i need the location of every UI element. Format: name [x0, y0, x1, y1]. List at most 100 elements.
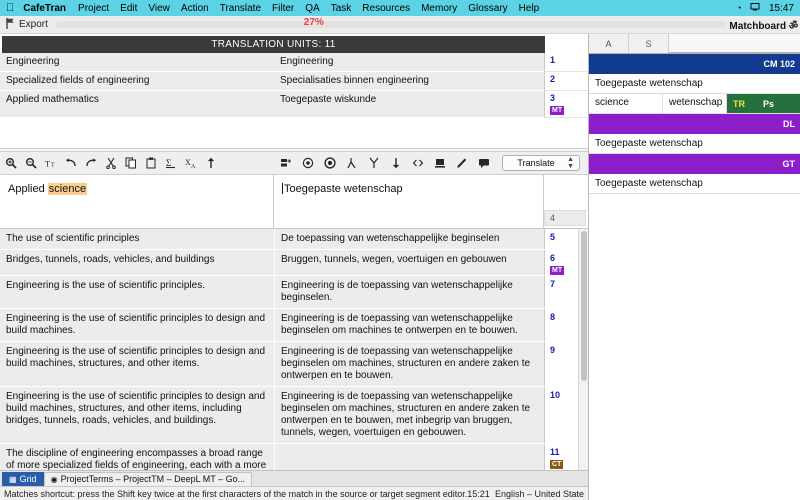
target-match-icon[interactable]: [301, 157, 314, 170]
table-row[interactable]: Specialized fields of engineering Specia…: [0, 72, 588, 91]
comment-icon[interactable]: [477, 157, 490, 170]
scrollbar-thumb[interactable]: [581, 231, 587, 381]
target-match-filled-icon[interactable]: [323, 157, 336, 170]
matchboard-tab-a[interactable]: A: [589, 34, 629, 53]
matchboard-tab-s[interactable]: S: [629, 34, 669, 53]
tu-target-cell[interactable]: Engineering: [274, 53, 544, 72]
action-select[interactable]: Translate ▲ ▼: [502, 155, 580, 171]
segment-target[interactable]: Bruggen, tunnels, wegen, voertuigen en g…: [274, 250, 544, 275]
copy-icon[interactable]: [124, 157, 137, 170]
menu-item-translate[interactable]: Translate: [220, 3, 261, 14]
segment-number-cell[interactable]: 10: [544, 387, 578, 443]
menu-item-glossary[interactable]: Glossary: [468, 3, 507, 14]
segment-target[interactable]: [274, 444, 544, 470]
apple-logo-icon[interactable]: : [6, 2, 14, 14]
segment-source[interactable]: Engineering is the use of scientific pri…: [0, 276, 274, 308]
tu-source-cell[interactable]: Specialized fields of engineering: [0, 72, 274, 91]
menubar-clock[interactable]: 15:47: [769, 3, 794, 14]
insert-down-icon[interactable]: [389, 157, 402, 170]
segment-target[interactable]: Engineering is de toepassing van wetensc…: [274, 309, 544, 341]
paste-icon[interactable]: [144, 157, 157, 170]
edit-pencil-icon[interactable]: [455, 157, 468, 170]
segment-number-cell[interactable]: 8: [544, 309, 578, 341]
term-flag-ps[interactable]: Ps: [763, 99, 774, 109]
segment-target[interactable]: Engineering is de toepassing van wetensc…: [274, 387, 544, 443]
menu-item-action[interactable]: Action: [181, 3, 209, 14]
term-flag-tr[interactable]: TR: [733, 99, 745, 109]
table-row[interactable]: The discipline of engineering encompasse…: [0, 444, 578, 470]
segment-source[interactable]: Engineering is the use of scientific pri…: [0, 309, 274, 341]
cut-icon[interactable]: [104, 157, 117, 170]
segment-source[interactable]: The use of scientific principles: [0, 229, 274, 249]
match-result-text[interactable]: Toegepaste wetenschap: [589, 174, 800, 194]
segment-number-cell[interactable]: 5: [544, 229, 578, 249]
target-segment-editor[interactable]: Toegepaste wetenschap: [274, 175, 544, 228]
menu-item-project[interactable]: Project: [78, 3, 109, 14]
table-row[interactable]: Engineering is the use of scientific pri…: [0, 387, 578, 444]
remove-tags-icon[interactable]: ΧA: [184, 157, 197, 170]
table-row[interactable]: Engineering is the use of scientific pri…: [0, 276, 578, 309]
tab-resources[interactable]: ◉ ProjectTerms – ProjectTM – DeepL MT – …: [43, 471, 253, 486]
segment-target[interactable]: Engineering is de toepassing van wetensc…: [274, 276, 544, 308]
match-result-text[interactable]: Toegepaste wetenschap: [589, 74, 800, 94]
source-segment-editor[interactable]: Applied science: [0, 175, 274, 228]
display-icon[interactable]: [750, 2, 760, 15]
term-match-row[interactable]: science wetenschap TR Ps: [589, 94, 800, 114]
table-row[interactable]: Applied mathematics Toegepaste wiskunde …: [0, 91, 588, 118]
source-text-highlight[interactable]: science: [47, 183, 88, 195]
segment-source[interactable]: Engineering is the use of scientific pri…: [0, 387, 274, 443]
segment-grid-scrollbar[interactable]: [578, 229, 588, 470]
menu-item-task[interactable]: Task: [331, 3, 352, 14]
menubar-app-name[interactable]: CafeTran: [23, 3, 66, 14]
table-row[interactable]: Engineering is the use of scientific pri…: [0, 342, 578, 387]
segment-source[interactable]: The discipline of engineering encompasse…: [0, 444, 274, 470]
code-tags-icon[interactable]: [411, 157, 424, 170]
menu-item-qa[interactable]: QA: [305, 3, 319, 14]
menu-item-resources[interactable]: Resources: [362, 3, 410, 14]
term-source[interactable]: science: [589, 94, 663, 113]
zoom-in-icon[interactable]: [4, 157, 17, 170]
match-header-dl[interactable]: DL: [589, 114, 800, 134]
redo-icon[interactable]: [84, 157, 97, 170]
status-language[interactable]: English – United State: [495, 489, 584, 499]
tu-source-cell[interactable]: Applied mathematics: [0, 91, 274, 118]
lock-segment-icon[interactable]: [433, 157, 446, 170]
font-size-icon[interactable]: TT: [44, 157, 57, 170]
tu-number-cell[interactable]: 2: [544, 72, 588, 91]
tu-number-cell[interactable]: 3 MT: [544, 91, 588, 118]
segment-source[interactable]: Engineering is the use of scientific pri…: [0, 342, 274, 386]
segment-target[interactable]: De toepassing van wetenschappelijke begi…: [274, 229, 544, 249]
tu-source-cell[interactable]: Engineering: [0, 53, 274, 72]
term-target[interactable]: wetenschap: [663, 94, 727, 113]
table-row[interactable]: Engineering is the use of scientific pri…: [0, 309, 578, 342]
segment-number-cell[interactable]: 11 CT: [544, 444, 578, 470]
match-result-text[interactable]: Toegepaste wetenschap: [589, 134, 800, 154]
match-header-gt[interactable]: GT: [589, 154, 800, 174]
move-up-icon[interactable]: [204, 157, 217, 170]
segment-target[interactable]: Engineering is de toepassing van wetensc…: [274, 342, 544, 386]
split-segment-icon[interactable]: [345, 157, 358, 170]
segment-number-cell[interactable]: 6 MT: [544, 250, 578, 275]
menu-item-edit[interactable]: Edit: [120, 3, 137, 14]
segment-number-cell[interactable]: 7: [544, 276, 578, 308]
segment-number-cell[interactable]: 9: [544, 342, 578, 386]
match-header-cm[interactable]: CM 102: [589, 54, 800, 74]
insert-tag-icon[interactable]: Σ: [164, 157, 177, 170]
tu-number-cell[interactable]: 1: [544, 53, 588, 72]
segment-source[interactable]: Bridges, tunnels, roads, vehicles, and b…: [0, 250, 274, 275]
status-message: Matches shortcut: press the Shift key tw…: [4, 488, 490, 499]
tu-target-cell[interactable]: Toegepaste wiskunde: [274, 91, 544, 118]
menu-item-memory[interactable]: Memory: [421, 3, 457, 14]
menu-item-filter[interactable]: Filter: [272, 3, 294, 14]
insert-segment-icon[interactable]: [279, 157, 292, 170]
undo-icon[interactable]: [64, 157, 77, 170]
merge-segment-icon[interactable]: [367, 157, 380, 170]
table-row[interactable]: Engineering Engineering 1: [0, 53, 588, 72]
menu-item-view[interactable]: View: [148, 3, 170, 14]
table-row[interactable]: The use of scientific principles De toep…: [0, 229, 578, 250]
zoom-out-icon[interactable]: [24, 157, 37, 170]
tab-grid[interactable]: ▦ Grid: [2, 471, 44, 486]
table-row[interactable]: Bridges, tunnels, roads, vehicles, and b…: [0, 250, 578, 276]
tu-target-cell[interactable]: Specialisaties binnen engineering: [274, 72, 544, 91]
menu-item-help[interactable]: Help: [519, 3, 540, 14]
